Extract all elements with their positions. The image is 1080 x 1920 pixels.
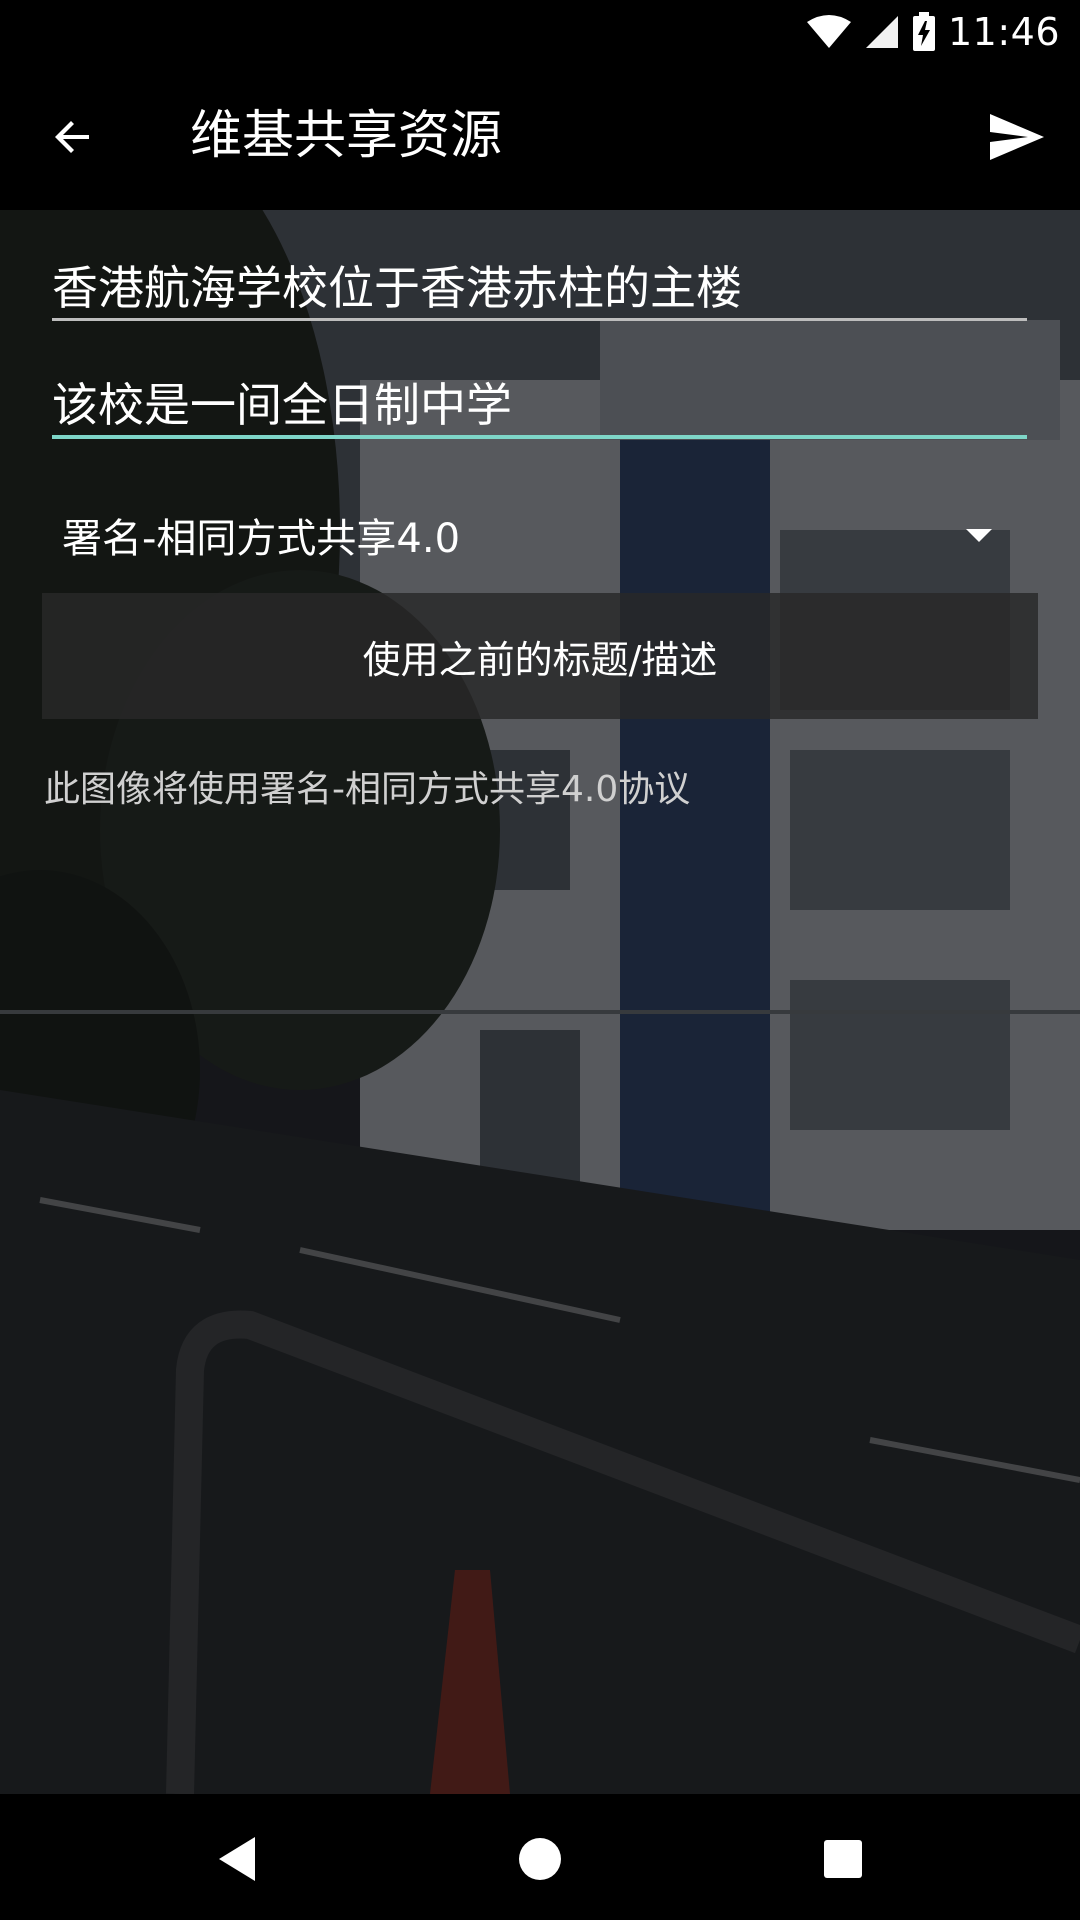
arrow-back-icon	[55, 121, 89, 153]
battery-charging-icon	[912, 11, 935, 51]
app-bar: 维基共享资源	[0, 63, 1080, 210]
description-input[interactable]	[52, 375, 1027, 429]
license-dropdown[interactable]: 署名-相同方式共享4.0	[62, 500, 1002, 570]
photo-dim-overlay	[0, 210, 1080, 1794]
nav-back-button[interactable]	[202, 1824, 272, 1894]
title-input[interactable]	[52, 258, 1027, 312]
signal-icon	[865, 15, 898, 48]
description-underline	[52, 435, 1027, 439]
wifi-icon	[806, 14, 851, 48]
send-button[interactable]	[982, 104, 1052, 170]
status-time: 11:46	[947, 9, 1060, 54]
license-selected-value: 署名-相同方式共享4.0	[62, 516, 461, 562]
title-underline	[52, 318, 1027, 321]
status-bar: 11:46	[0, 0, 1080, 63]
back-button[interactable]	[40, 104, 106, 170]
nav-home-button[interactable]	[505, 1824, 575, 1894]
home-circle-icon	[519, 1838, 561, 1880]
license-note: 此图像将使用署名-相同方式共享4.0协议	[44, 769, 691, 810]
page-title: 维基共享资源	[190, 106, 503, 166]
send-icon	[990, 114, 1044, 160]
nav-recents-button[interactable]	[808, 1824, 878, 1894]
status-icons: 11:46	[806, 0, 1060, 63]
use-previous-title-button[interactable]: 使用之前的标题/描述	[42, 593, 1038, 719]
description-field[interactable]	[52, 375, 1027, 439]
back-triangle-icon	[219, 1837, 255, 1881]
background-photo	[0, 210, 1080, 1794]
recents-square-icon	[824, 1840, 862, 1878]
navigation-bar	[0, 1794, 1080, 1920]
title-field[interactable]	[52, 258, 1027, 321]
chevron-down-icon	[966, 528, 992, 542]
